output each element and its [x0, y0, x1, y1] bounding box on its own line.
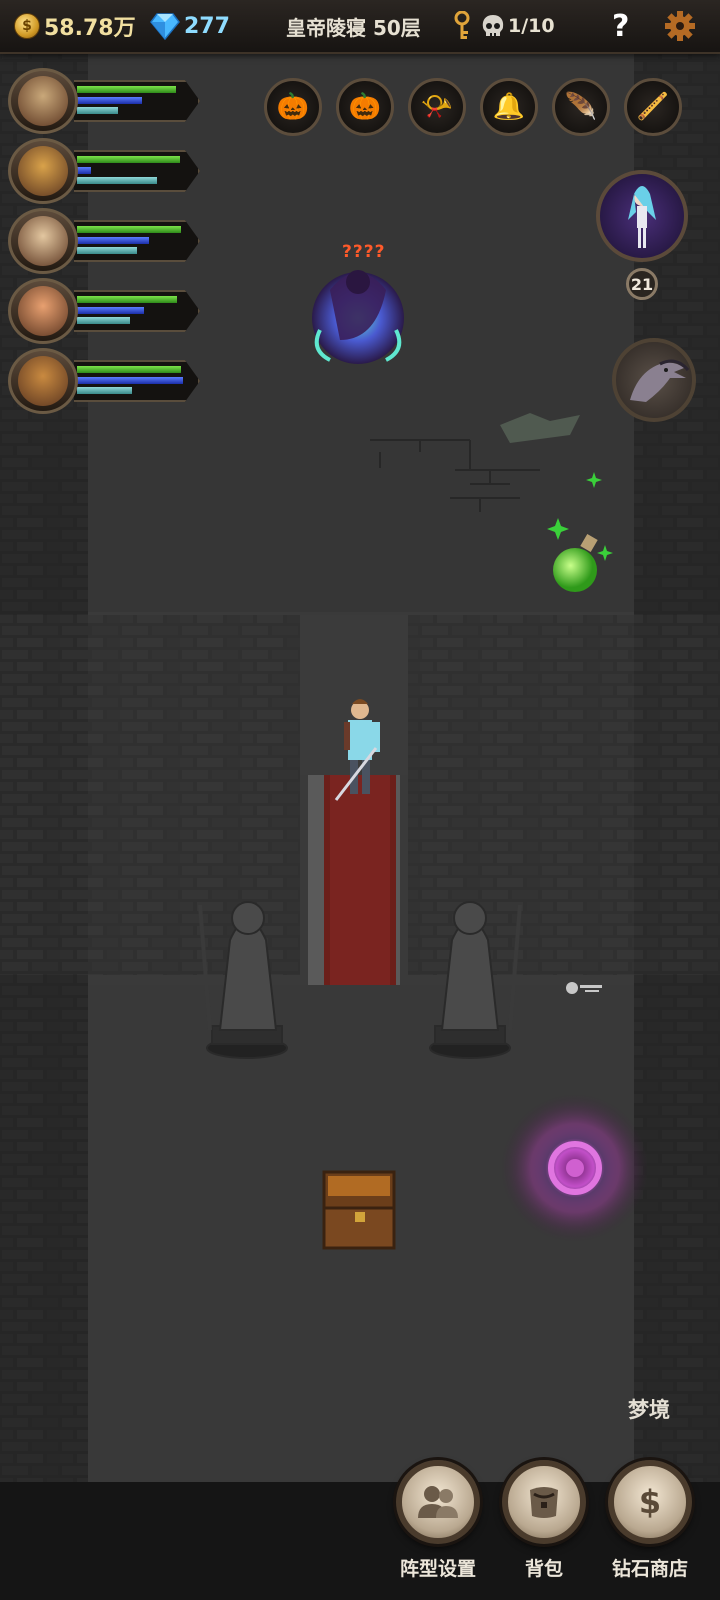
item-slot[interactable]: 🔔	[480, 78, 538, 144]
help-icon: ?	[612, 8, 630, 44]
gem-amount: 277	[184, 13, 230, 39]
xp-bar	[77, 317, 130, 324]
mp-bar	[77, 377, 183, 384]
bell-icon: 🔔	[480, 78, 538, 136]
mp-bar	[77, 307, 144, 314]
hp-bar	[77, 366, 181, 373]
enemy-name-label: ????	[342, 242, 386, 262]
hero-slot[interactable]	[8, 208, 220, 274]
hero-portrait	[18, 76, 68, 126]
flute-icon: 🪈	[624, 78, 682, 136]
jack-o-lantern-red-icon: 🎃	[264, 78, 322, 136]
hero-portrait	[18, 286, 68, 336]
formation-label: 阵型设置	[399, 1558, 476, 1580]
gold-coin-icon: $	[14, 13, 40, 39]
item-slot[interactable]: 🎃	[264, 78, 322, 144]
item-slot[interactable]: 📯	[408, 78, 466, 144]
dream-label[interactable]: 梦境	[628, 1394, 670, 1424]
hero-stat-bars	[74, 150, 200, 192]
gem-counter[interactable]: 277	[150, 0, 230, 52]
hp-bar	[77, 156, 180, 163]
hero-stat-bars	[74, 290, 200, 332]
portal[interactable]	[501, 1094, 649, 1242]
diamond-icon	[150, 13, 180, 40]
xp-bar	[77, 177, 157, 184]
diamond-shop-label: 钻石商店	[611, 1558, 688, 1580]
item-slot[interactable]: 🎃	[336, 78, 394, 144]
hero-portrait-frame	[8, 138, 78, 204]
backpack-icon	[530, 1487, 558, 1518]
diamond-shop-button[interactable]: $	[608, 1460, 692, 1544]
hero-slot[interactable]	[8, 68, 220, 134]
diamond-shop-icon: $	[638, 1483, 662, 1521]
kill-counter[interactable]: 1/10	[480, 0, 555, 52]
xp-bar	[77, 247, 138, 254]
hero-stat-bars	[74, 80, 200, 122]
settings-button[interactable]	[664, 0, 696, 52]
horn-icon: 📯	[408, 78, 466, 136]
item-slot[interactable]: 🪶	[552, 78, 610, 144]
skull-icon	[482, 15, 504, 36]
xp-bar	[77, 387, 133, 394]
hero-stat-bars	[74, 220, 200, 262]
mp-bar	[77, 237, 150, 244]
game-screen: $ 58.78万 277 皇帝陵寝 50层 1/10 ? 🎃 🎃 📯 🔔 🪶 🪈…	[0, 0, 720, 1600]
key-icon	[454, 11, 470, 39]
formation-button[interactable]	[396, 1460, 480, 1544]
summon-slot[interactable]: 21	[596, 170, 692, 300]
treasure-chest[interactable]	[322, 1170, 396, 1250]
mp-bar	[77, 97, 142, 104]
hero-portrait	[18, 356, 68, 406]
hero-stat-bars	[74, 360, 200, 402]
gold-amount: 58.78万	[44, 16, 136, 41]
xp-bar	[77, 107, 119, 114]
gold-counter[interactable]: $ 58.78万	[14, 0, 136, 52]
hero-portrait-frame	[8, 278, 78, 344]
summon-level-badge: 21	[626, 268, 658, 300]
item-slot[interactable]: 🪈	[624, 78, 682, 144]
hero-portrait-frame	[8, 348, 78, 414]
hero-portrait-frame	[8, 68, 78, 134]
hero-portrait	[18, 146, 68, 196]
hero-slot[interactable]	[8, 138, 220, 204]
feather-icon: 🪶	[552, 78, 610, 136]
help-button[interactable]: ?	[612, 0, 629, 52]
hero-slot[interactable]	[8, 348, 220, 414]
formation-icon	[418, 1486, 458, 1518]
jack-o-lantern-icon: 🎃	[336, 78, 394, 136]
location-title: 皇帝陵寝 50层	[286, 0, 421, 52]
floor-name: 皇帝陵寝 50层	[286, 15, 421, 40]
top-bar: $ 58.78万 277 皇帝陵寝 50层 1/10 ?	[0, 0, 720, 54]
hero-slot[interactable]	[8, 278, 220, 344]
key-counter[interactable]	[454, 0, 470, 52]
summon-spirit-icon	[596, 170, 688, 262]
gear-icon	[665, 11, 695, 41]
kill-progress: 1/10	[508, 15, 555, 37]
hp-bar	[77, 86, 177, 93]
hp-bar	[77, 296, 178, 303]
hero-portrait	[18, 216, 68, 266]
crow-skill-icon[interactable]	[612, 338, 696, 422]
hp-bar	[77, 226, 181, 233]
mp-bar	[77, 167, 92, 174]
backpack-button[interactable]	[502, 1460, 586, 1544]
backpack-label: 背包	[524, 1558, 563, 1580]
hero-portrait-frame	[8, 208, 78, 274]
